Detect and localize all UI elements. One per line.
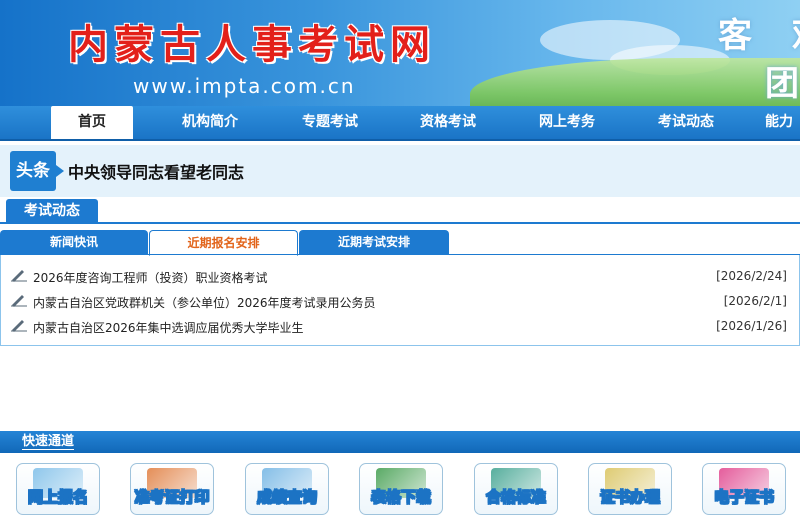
section-divider — [0, 222, 800, 224]
list-item[interactable]: 2026年度咨询工程师（投资）职业资格考试 [2026/2/24] — [11, 267, 787, 287]
tab-news-flash[interactable]: 新闻快讯 — [0, 230, 148, 255]
quick-access-title: 快速通道 — [22, 431, 75, 453]
nav-ability[interactable]: 能力 — [765, 106, 800, 139]
news-list: 2026年度咨询工程师（投资）职业资格考试 [2026/2/24] 内蒙古自治区… — [0, 255, 800, 346]
section-title[interactable]: 考试动态 — [6, 199, 98, 223]
tab-registration[interactable]: 近期报名安排 — [149, 230, 298, 256]
qualification-standard-button[interactable]: 合格标准 — [474, 463, 558, 515]
pen-icon — [11, 270, 27, 282]
quick-access: 快速通道 网上报名 准考证打印 成绩查询 表格下载 合格标准 证书办理 电子证书 — [0, 431, 800, 527]
site-title[interactable]: 内蒙古人事考试网 — [68, 12, 436, 70]
list-item[interactable]: 内蒙古自治区党政群机关（参公单位）2026年度考试录用公务员 [2026/2/1… — [11, 292, 787, 312]
nav-home[interactable]: 首页 — [51, 106, 133, 139]
list-item-title[interactable]: 内蒙古自治区党政群机关（参公单位）2026年度考试录用公务员 — [33, 294, 376, 311]
site-url: www.impta.com.cn — [133, 74, 356, 98]
list-item-date: [2026/2/1] — [723, 294, 787, 308]
list-item-title[interactable]: 2026年度咨询工程师（投资）职业资格考试 — [33, 269, 268, 286]
site-banner: 内蒙古人事考试网 www.impta.com.cn 客 观 团 — [0, 0, 800, 106]
quick-access-bar: 快速通道 — [0, 431, 800, 453]
main-nav: 首页 机构简介 专题考试 资格考试 网上考务 考试动态 能力 — [0, 106, 800, 141]
nav-exam-news[interactable]: 考试动态 — [646, 106, 726, 139]
nav-special-exams[interactable]: 专题考试 — [290, 106, 370, 139]
score-query-button[interactable]: 成绩查询 — [245, 463, 329, 515]
e-certificate-button[interactable]: 电子证书 — [702, 463, 786, 515]
list-item-date: [2026/1/26] — [716, 319, 787, 333]
headline-bar: 头条 中央领导同志看望老同志 — [0, 145, 800, 197]
banner-landscape — [470, 58, 800, 106]
list-item[interactable]: 内蒙古自治区2026年集中选调应届优秀大学毕业生 [2026/1/26] — [11, 317, 787, 337]
nav-online-affairs[interactable]: 网上考务 — [527, 106, 607, 139]
banner-slogan: 客 观 — [718, 16, 800, 56]
banner-slogan-line2: 团 — [765, 64, 799, 104]
admission-ticket-print-button[interactable]: 准考证打印 — [130, 463, 214, 515]
list-item-title[interactable]: 内蒙古自治区2026年集中选调应届优秀大学毕业生 — [33, 319, 304, 336]
headline-link[interactable]: 中央领导同志看望老同志 — [68, 159, 244, 183]
certificate-processing-button[interactable]: 证书办理 — [588, 463, 672, 515]
pen-icon — [11, 320, 27, 332]
nav-qualification-exams[interactable]: 资格考试 — [408, 106, 488, 139]
headline-tag: 头条 — [10, 151, 64, 191]
tab-exam-schedule[interactable]: 近期考试安排 — [299, 230, 449, 255]
online-registration-button[interactable]: 网上报名 — [16, 463, 100, 515]
list-item-date: [2026/2/24] — [716, 269, 787, 283]
nav-about[interactable]: 机构简介 — [170, 106, 250, 139]
form-download-button[interactable]: 表格下载 — [359, 463, 443, 515]
pen-icon — [11, 295, 27, 307]
